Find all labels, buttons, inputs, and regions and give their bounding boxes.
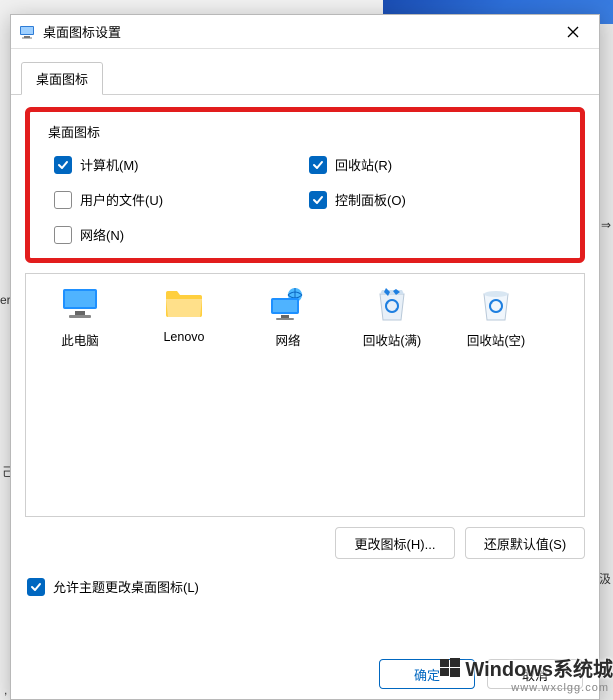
close-icon (567, 26, 579, 38)
change-icon-button[interactable]: 更改图标(H)... (335, 527, 455, 559)
icon-lenovo-label: Lenovo (132, 330, 236, 344)
checkbox-recycle[interactable] (309, 156, 327, 174)
restore-default-button[interactable]: 还原默认值(S) (465, 527, 585, 559)
checkbox-network-row: 网络(N) (54, 225, 299, 244)
dialog-button-row: 确定 取消 (379, 659, 583, 689)
checkbox-grid: 计算机(M) 回收站(R) 用户的文件(U) (30, 155, 574, 244)
checkbox-allow-theme-label: 允许主题更改桌面图标(L) (53, 577, 199, 596)
window-title: 桌面图标设置 (43, 22, 551, 41)
icon-this-pc[interactable]: 此电脑 (28, 282, 132, 349)
bg-text-fragment: ⇒ (601, 218, 611, 232)
icon-preview-list: 此电脑 Lenovo (25, 273, 585, 517)
checkbox-control-label: 控制面板(O) (335, 190, 406, 209)
checkbox-control-row: 控制面板(O) (309, 190, 554, 209)
titlebar: 桌面图标设置 (11, 15, 599, 49)
dialog-content: 桌面图标 计算机(M) 回收站(R) (11, 95, 599, 604)
group-title: 桌面图标 (30, 122, 574, 141)
close-button[interactable] (551, 17, 595, 47)
checkbox-userfiles-label: 用户的文件(U) (80, 190, 163, 209)
checkbox-network-label: 网络(N) (80, 225, 124, 244)
checkbox-userfiles-row: 用户的文件(U) (54, 190, 299, 209)
checkbox-recycle-label: 回收站(R) (335, 155, 392, 174)
checkbox-allow-theme[interactable] (27, 578, 45, 596)
folder-icon (164, 284, 204, 324)
app-icon (19, 24, 35, 40)
tab-strip: 桌面图标 (11, 49, 599, 95)
checkbox-computer-row: 计算机(M) (54, 155, 299, 174)
icon-action-buttons: 更改图标(H)... 还原默认值(S) (25, 527, 585, 559)
bg-text-fragment: , (4, 683, 7, 697)
bg-text-fragment: 汲 (599, 570, 611, 587)
checkbox-userfiles[interactable] (54, 191, 72, 209)
checkbox-computer-label: 计算机(M) (80, 155, 139, 174)
theme-permission-row: 允许主题更改桌面图标(L) (25, 577, 585, 596)
icon-recycle-empty-label: 回收站(空) (444, 330, 548, 349)
tab-desktop-icons[interactable]: 桌面图标 (21, 62, 103, 95)
recycle-empty-icon (476, 284, 516, 324)
cancel-button[interactable]: 取消 (487, 659, 583, 689)
icon-recycle-full[interactable]: 回收站(满) (340, 282, 444, 349)
icon-network-label: 网络 (236, 330, 340, 349)
icon-recycle-empty[interactable]: 回收站(空) (444, 282, 548, 349)
icon-network[interactable]: 网络 (236, 282, 340, 349)
monitor-icon (60, 284, 100, 324)
checkbox-computer[interactable] (54, 156, 72, 174)
icon-this-pc-label: 此电脑 (28, 330, 132, 349)
ok-button[interactable]: 确定 (379, 659, 475, 689)
desktop-icon-settings-dialog: 桌面图标设置 桌面图标 桌面图标 计算机(M) (10, 14, 600, 700)
network-icon (268, 284, 308, 324)
checkbox-recycle-row: 回收站(R) (309, 155, 554, 174)
highlighted-checkbox-group: 桌面图标 计算机(M) 回收站(R) (25, 107, 585, 263)
recycle-full-icon (372, 284, 412, 324)
icon-lenovo[interactable]: Lenovo (132, 282, 236, 344)
checkbox-network[interactable] (54, 226, 72, 244)
icon-recycle-full-label: 回收站(满) (340, 330, 444, 349)
checkbox-control[interactable] (309, 191, 327, 209)
background-right-strip (599, 24, 613, 700)
